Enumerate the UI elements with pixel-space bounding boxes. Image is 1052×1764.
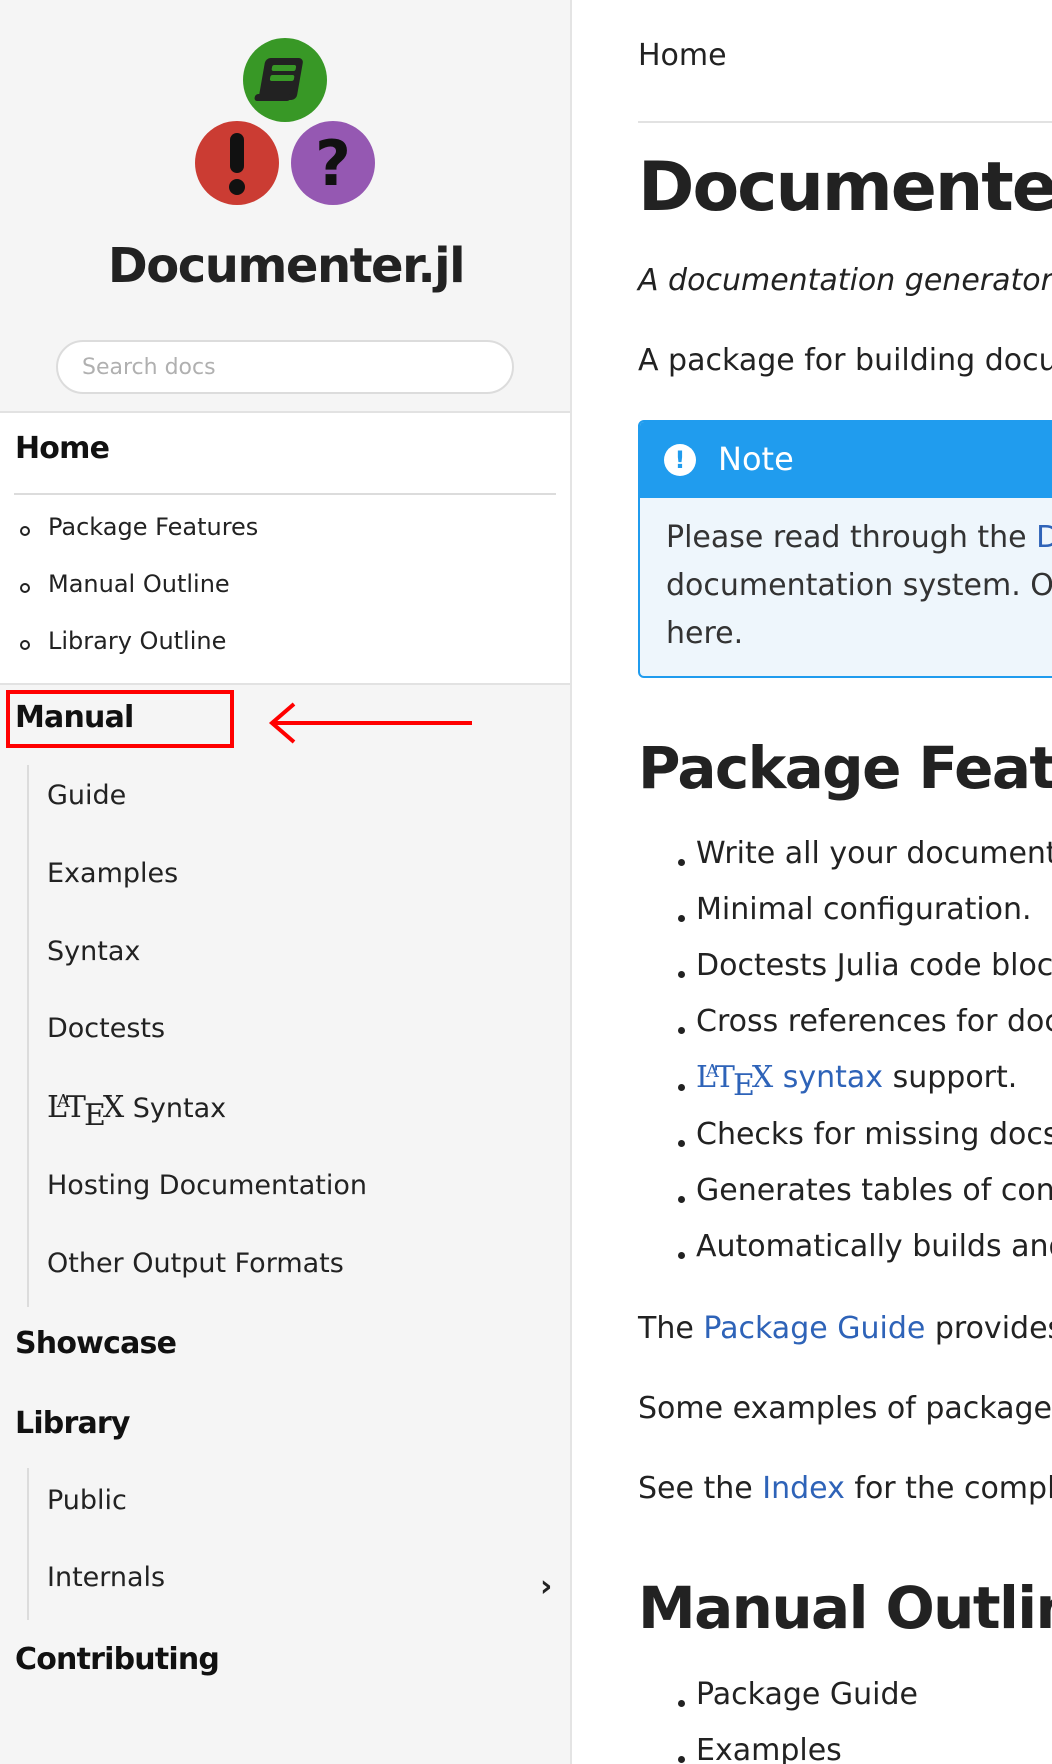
sidebar-item-guide[interactable]: Guide [47, 780, 126, 811]
bullet-icon [678, 859, 685, 866]
sidebar: ? Documenter.jl Home Package Features Ma… [0, 0, 572, 1764]
search-input[interactable] [56, 340, 514, 394]
bullet-icon [678, 1756, 685, 1763]
latex-syntax-link[interactable]: LATEX syntax [696, 1060, 883, 1103]
home-section: Home Package Features Manual Outline Lib… [0, 411, 570, 685]
svg-text:?: ? [315, 127, 351, 200]
documenter-logo[interactable]: ? [0, 0, 572, 220]
note-link[interactable]: Do [1036, 520, 1052, 555]
latex-logo: LATEX [47, 1090, 125, 1133]
outline-link-package-guide[interactable]: Package Guide [696, 1677, 918, 1712]
paragraph-guide: The Package Guide provides a [638, 1311, 1052, 1346]
toc-item-manual-outline[interactable]: Manual Outline [48, 570, 230, 598]
feature-item: Cross references for docs [696, 1004, 1052, 1039]
site-title[interactable]: Documenter.jl [0, 238, 572, 294]
bullet-icon [678, 1700, 685, 1707]
feature-item: Write all your documenta [696, 836, 1052, 871]
breadcrumb[interactable]: Home [638, 38, 727, 73]
bullet-icon [678, 915, 685, 922]
sidebar-item-internals[interactable]: Internals [47, 1562, 165, 1593]
note-header: ! Note [640, 422, 1052, 498]
chevron-right-icon[interactable]: › [540, 1569, 552, 1604]
page-title: Documenter.jl [638, 148, 1052, 227]
exclamation-circle-icon: ! [664, 444, 696, 476]
sidebar-item-examples[interactable]: Examples [47, 858, 178, 889]
bullet-icon [20, 526, 30, 536]
tagline: A documentation generator for [638, 263, 1052, 298]
index-link[interactable]: Index [762, 1471, 845, 1506]
nav-home[interactable]: Home [15, 431, 110, 466]
note-admonition: ! Note Please read through the Do docume… [638, 420, 1052, 678]
feature-item: Automatically builds and [696, 1229, 1052, 1264]
divider [638, 121, 1052, 123]
package-guide-link[interactable]: Package Guide [703, 1311, 925, 1346]
heading-package-features[interactable]: Package Features [638, 734, 1052, 802]
nav-showcase[interactable]: Showcase [15, 1326, 177, 1361]
submenu-rail [27, 1468, 29, 1620]
submenu-rail [27, 765, 29, 1307]
bullet-icon [678, 1140, 685, 1147]
sidebar-item-doctests[interactable]: Doctests [47, 1013, 165, 1044]
paragraph-examples: Some examples of packages u [638, 1391, 1052, 1426]
toc-item-library-outline[interactable]: Library Outline [48, 627, 226, 655]
heading-manual-outline[interactable]: Manual Outline [638, 1574, 1052, 1642]
feature-item: Checks for missing docstr [696, 1117, 1052, 1152]
bullet-icon [20, 583, 30, 593]
feature-item: Minimal configuration. [696, 892, 1032, 927]
feature-item: Doctests Julia code block [696, 948, 1052, 983]
sidebar-item-syntax[interactable]: Syntax [47, 936, 140, 967]
sidebar-item-public[interactable]: Public [47, 1485, 127, 1516]
bullet-icon [678, 971, 685, 978]
bullet-icon [678, 1084, 685, 1091]
bullet-icon [20, 640, 30, 650]
main-content: Home Documenter.jl A documentation gener… [572, 0, 1052, 1764]
toc-item-package-features[interactable]: Package Features [48, 513, 258, 541]
bullet-icon [678, 1027, 685, 1034]
sidebar-item-other-output-formats[interactable]: Other Output Formats [47, 1248, 344, 1279]
nav-contributing[interactable]: Contributing [15, 1642, 220, 1677]
bullet-icon [678, 1252, 685, 1259]
sidebar-item-latex-syntax[interactable]: LATEX Syntax [47, 1090, 226, 1133]
paragraph-index: See the Index for the complet [638, 1471, 1052, 1506]
annotation-highlight-box [6, 690, 234, 748]
intro-paragraph: A package for building docum [638, 343, 1052, 378]
note-title: Note [718, 440, 794, 478]
bullet-icon [678, 1196, 685, 1203]
nav-library[interactable]: Library [15, 1406, 130, 1441]
feature-item-latex: LATEX syntax support. [696, 1060, 1018, 1103]
feature-item: Generates tables of conte [696, 1173, 1052, 1208]
sidebar-item-hosting-documentation[interactable]: Hosting Documentation [47, 1170, 367, 1201]
outline-link-examples[interactable]: Examples [696, 1733, 842, 1764]
divider [14, 493, 556, 495]
note-body: Please read through the Do documentation… [666, 514, 1052, 658]
annotation-arrow-icon [268, 702, 472, 744]
